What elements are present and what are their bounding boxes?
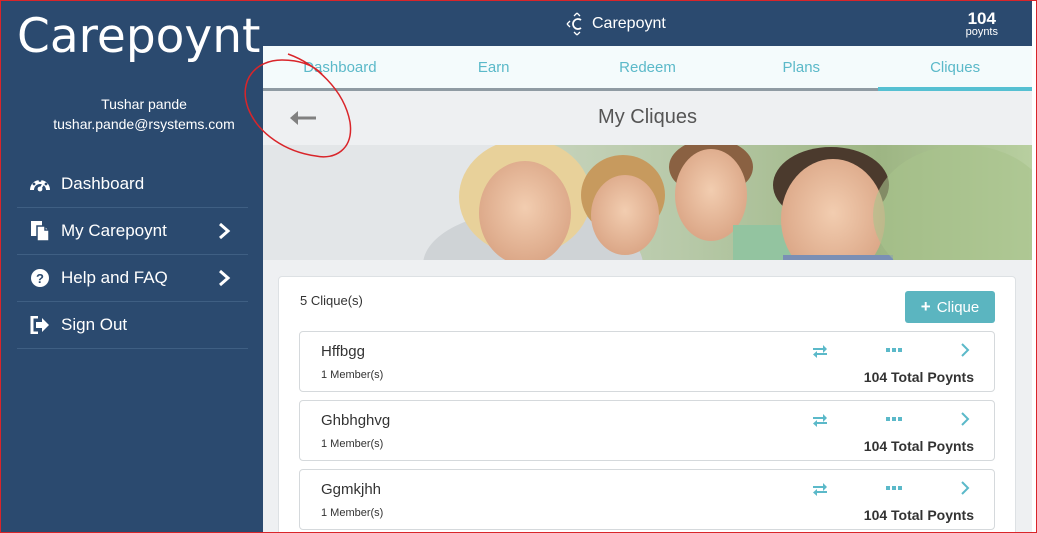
main-tabs: Dashboard Earn Redeem Plans Cliques [263,46,1032,91]
sidebar-nav: Dashboard My Carepoynt ? Help and FAQ Si… [17,161,248,349]
cliques-content: 5 Clique(s) + Clique Hffbgg 1 Member(s) … [263,260,1032,533]
chevron-right-icon[interactable] [959,411,971,427]
points-value: 104 [967,9,996,28]
annotation-circle [244,53,352,158]
sidebar-item-my-carepoynt[interactable]: My Carepoynt [17,208,248,255]
sign-out-icon [29,314,51,336]
clique-row[interactable]: Ggmkjhh 1 Member(s) 104 Total Poynts [299,469,995,530]
topbar-logo-text: Carepoynt [592,15,666,32]
carepoynt-mark-icon [566,12,582,36]
dashboard-icon [29,173,51,195]
more-options-icon[interactable] [885,345,903,355]
clique-count: 5 Clique(s) [300,293,363,308]
sidebar-item-help-faq[interactable]: ? Help and FAQ [17,255,248,302]
question-icon: ? [29,267,51,289]
sidebar: Carepoynt› Tushar pande tushar.pande@rsy… [1,1,279,532]
tab-plans[interactable]: Plans [724,46,878,88]
tab-earn[interactable]: Earn [417,46,571,88]
clique-members: 1 Member(s) [321,507,384,519]
top-bar: Carepoynt 104 poynts [263,1,1032,46]
tab-cliques[interactable]: Cliques [878,46,1032,91]
chevron-right-icon[interactable] [959,480,971,496]
clique-members: 1 Member(s) [321,369,384,381]
clique-members: 1 Member(s) [321,438,384,450]
clique-row[interactable]: Ghbhghvg 1 Member(s) 104 Total Poynts [299,400,995,461]
banner-illustration [263,145,1032,260]
svg-text:?: ? [36,271,44,286]
topbar-logo[interactable]: Carepoynt [566,12,666,36]
document-icon [29,220,51,242]
more-options-icon[interactable] [885,414,903,424]
right-edge [1032,1,1037,532]
transfer-icon[interactable] [812,482,828,496]
sidebar-item-label: Sign Out [61,315,128,334]
cliques-card: 5 Clique(s) + Clique Hffbgg 1 Member(s) … [278,276,1016,533]
transfer-icon[interactable] [812,344,828,358]
clique-total-poynts: 104 Total Poynts [863,438,974,454]
sidebar-item-label: Dashboard [61,174,145,193]
clique-row[interactable]: Hffbgg 1 Member(s) 104 Total Poynts [299,331,995,392]
family-banner-image [263,145,1032,260]
chevron-right-icon [219,269,231,287]
chevron-right-icon [219,222,231,240]
clique-name: Ghbhghvg [321,412,391,429]
add-clique-label: Clique [936,298,980,316]
add-clique-button[interactable]: + Clique [905,291,995,323]
page-header: My Cliques [263,91,1032,145]
clique-name: Hffbgg [321,343,365,360]
points-unit: poynts [965,26,998,38]
plus-icon: + [920,297,931,316]
sidebar-item-dashboard[interactable]: Dashboard [17,161,248,208]
transfer-icon[interactable] [812,413,828,427]
tab-redeem[interactable]: Redeem [571,46,725,88]
more-options-icon[interactable] [885,483,903,493]
chevron-right-icon[interactable] [959,342,971,358]
clique-total-poynts: 104 Total Poynts [863,507,974,523]
sidebar-item-label: Help and FAQ [61,268,168,287]
page-title: My Cliques [598,106,697,128]
sidebar-item-sign-out[interactable]: Sign Out [17,302,248,349]
points-balance: 104 poynts [966,10,998,38]
sidebar-item-label: My Carepoynt [61,221,167,240]
clique-name: Ggmkjhh [321,481,382,498]
clique-total-poynts: 104 Total Poynts [863,369,974,385]
